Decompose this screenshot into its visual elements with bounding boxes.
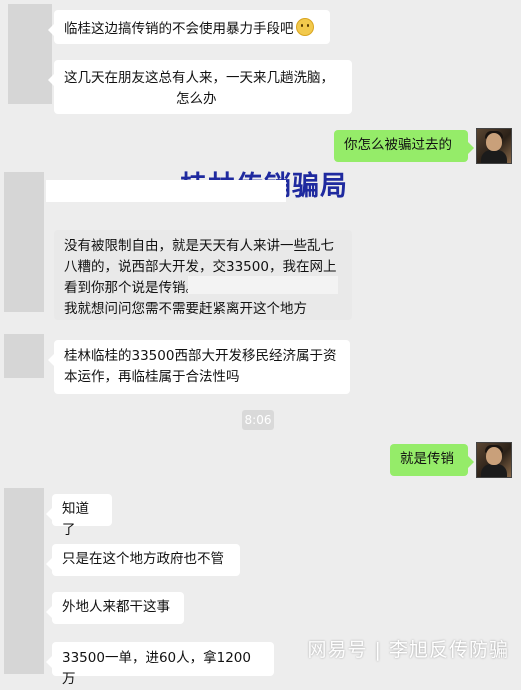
redacted-area (188, 276, 338, 294)
watermark: 网易号 | 李旭反传防骗 (307, 635, 509, 662)
redacted-avatar (4, 172, 44, 312)
message-text: 就是传销 (400, 451, 454, 467)
message-bubble[interactable]: 知道了 (46, 494, 112, 538)
message-bubble[interactable]: 33500一单，进60人，拿1200万 (46, 642, 274, 687)
message-text: 33500一单，进60人，拿1200万 (62, 650, 251, 687)
watermark-author: 李旭反传防骗 (388, 639, 509, 661)
message-text: 只是在这个地方政府也不管 (62, 551, 224, 567)
message-bubble[interactable]: 没有被限制自由，就是天天有人来讲一些乱七 八糟的，说西部大开发，交33500，我… (54, 230, 352, 320)
message-text: 临桂这边搞传销的不会使用暴力手段吧 (64, 21, 294, 37)
watermark-separator: | (374, 639, 382, 661)
message-bubble[interactable]: 桂林临桂的33500西部大开发移民经济属于资 本运作，再临桂属于合法性吗 (48, 340, 350, 394)
user-avatar[interactable] (476, 128, 512, 164)
message-text: 八糟的，说西部大开发，交33500，我在网上 (64, 259, 337, 275)
redacted-avatar (4, 334, 44, 378)
message-text: 没有被限制自由，就是天天有人来讲一些乱七 (64, 238, 334, 254)
message-text: 我就想问问您需不需要赶紧离开这个地方 (64, 301, 307, 317)
watermark-brand: 网易号 (307, 639, 368, 661)
message-text: 知道了 (62, 501, 89, 538)
message-text: 这几天在朋友这总有人来，一天来几趟洗脑， (64, 70, 334, 86)
user-avatar[interactable] (476, 442, 512, 478)
message-text: 外地人来都干这事 (62, 599, 170, 615)
message-bubble-self[interactable]: 你怎么被骗过去的 (334, 130, 474, 162)
awkward-smile-emoji-icon (295, 18, 314, 36)
redacted-avatar (8, 4, 52, 104)
message-bubble[interactable]: 外地人来都干这事 (46, 592, 184, 624)
timestamp: 8:06 (242, 410, 274, 430)
message-text: 你怎么被骗过去的 (344, 137, 452, 153)
redacted-avatar (4, 488, 44, 674)
message-text: 桂林临桂的33500西部大开发移民经济属于资 (64, 348, 337, 364)
message-bubble[interactable]: 临桂这边搞传销的不会使用暴力手段吧 (48, 10, 330, 44)
message-text: 本运作，再临桂属于合法性吗 (64, 369, 240, 385)
redacted-area (62, 89, 168, 107)
message-bubble[interactable]: 只是在这个地方政府也不管 (46, 544, 240, 576)
redacted-area (46, 180, 286, 202)
message-bubble-self[interactable]: 就是传销 (390, 444, 474, 476)
